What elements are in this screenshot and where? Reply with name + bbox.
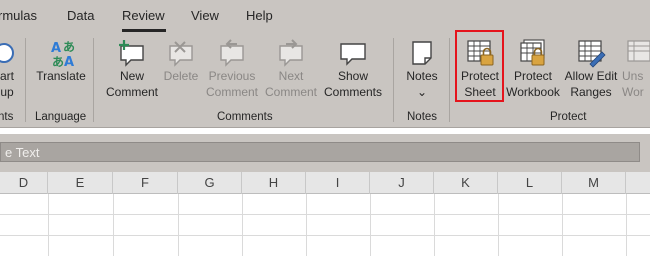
group-separator [93, 38, 94, 122]
column-header-j[interactable]: J [370, 172, 434, 194]
previous-comment-icon [215, 38, 249, 68]
delete-comment-icon [164, 38, 198, 68]
grid-line [48, 194, 49, 256]
show-comments-button[interactable]: Show Comments [322, 38, 384, 100]
name-box[interactable]: e Text [0, 142, 640, 162]
protect-workbook-button[interactable]: Protect Workbook [505, 38, 561, 100]
notes-label: Notes [406, 69, 438, 83]
column-header-f[interactable]: F [113, 172, 178, 194]
grid-line [370, 194, 371, 256]
protect-workbook-label-1: Protect [513, 69, 552, 83]
next-comment-label-2: Comment [264, 85, 317, 99]
next-comment-label-1: Next [278, 69, 304, 83]
grid-line [0, 235, 650, 236]
group-separator [449, 38, 450, 122]
cell-grid[interactable] [0, 194, 650, 256]
allow-edit-ranges-label-2: Ranges [570, 85, 612, 99]
new-comment-label-1: New [119, 69, 144, 83]
column-headers: D E F G H I J K L M [0, 172, 650, 194]
svg-text:あ: あ [52, 55, 64, 68]
grid-line [242, 194, 243, 256]
active-tab-indicator [122, 29, 166, 32]
grid-line [0, 214, 650, 215]
show-comments-icon [336, 38, 370, 68]
svg-text:あ: あ [63, 40, 75, 54]
grid-line [434, 194, 435, 256]
ribbon: art up nts A あ あ A Translate Language Ne… [0, 34, 650, 128]
unshare-workbook-button[interactable]: Uns Wor [622, 38, 650, 100]
formula-row: e Text [0, 134, 650, 166]
new-comment-icon [115, 38, 149, 68]
column-header-i[interactable]: I [306, 172, 370, 194]
partial-left-label-1: art [0, 69, 14, 83]
partial-left-label-2: up [0, 85, 14, 99]
delete-comment-button[interactable]: Delete [161, 38, 201, 84]
show-comments-label-2: Comments [323, 85, 382, 99]
tab-data[interactable]: Data [67, 8, 94, 23]
translate-button[interactable]: A あ あ A Translate [33, 38, 89, 84]
grid-line [498, 194, 499, 256]
group-label-protect: Protect [550, 111, 587, 123]
delete-comment-label: Delete [163, 69, 199, 83]
group-separator [25, 38, 26, 122]
name-box-text: e Text [5, 145, 40, 160]
translate-label: Translate [36, 69, 86, 83]
note-icon [405, 38, 439, 68]
next-comment-button[interactable]: Next Comment [263, 38, 319, 100]
translate-icon: A あ あ A [44, 38, 78, 70]
protect-workbook-icon [516, 38, 550, 68]
chevron-down-icon: ⌄ [416, 85, 428, 99]
column-header-k[interactable]: K [434, 172, 498, 194]
unshare-label-2: Wor [622, 85, 644, 99]
allow-edit-ranges-label-1: Allow Edit [564, 69, 618, 83]
group-label-notes: Notes [407, 111, 438, 123]
previous-comment-button[interactable]: Previous Comment [204, 38, 260, 100]
protect-workbook-label-2: Workbook [506, 85, 560, 99]
grid-line [562, 194, 563, 256]
unshare-workbook-icon [624, 38, 650, 68]
previous-comment-label-1: Previous [208, 69, 256, 83]
next-comment-icon [274, 38, 308, 68]
grid-line [626, 194, 627, 256]
tab-review[interactable]: Review [122, 8, 165, 23]
tab-formulas[interactable]: rmulas [0, 8, 37, 23]
partial-left-button[interactable]: art up [0, 38, 22, 100]
unshare-label-1: Uns [622, 69, 644, 83]
protect-sheet-highlight [455, 30, 504, 102]
excel-window: rmulas Data Review View Help art up nts … [0, 0, 650, 256]
column-header-d[interactable]: D [0, 172, 48, 194]
grid-line [113, 194, 114, 256]
new-comment-button[interactable]: New Comment [104, 38, 160, 100]
grid-line [306, 194, 307, 256]
group-label-partial: nts [0, 111, 14, 123]
allow-edit-ranges-icon [574, 38, 608, 68]
column-header-e[interactable]: E [48, 172, 113, 194]
svg-text:A: A [51, 41, 61, 56]
circle-icon [0, 38, 26, 68]
column-header-g[interactable]: G [178, 172, 242, 194]
tab-view[interactable]: View [191, 8, 219, 23]
allow-edit-ranges-button[interactable]: Allow Edit Ranges [562, 38, 620, 100]
group-label-comments: Comments [217, 111, 273, 123]
show-comments-label-1: Show [337, 69, 369, 83]
group-separator [393, 38, 394, 122]
svg-text:A: A [64, 55, 74, 68]
grid-line [178, 194, 179, 256]
notes-button[interactable]: Notes ⌄ [402, 38, 442, 100]
column-header-h[interactable]: H [242, 172, 306, 194]
column-header-m[interactable]: M [562, 172, 626, 194]
column-header-l[interactable]: L [498, 172, 562, 194]
previous-comment-label-2: Comment [205, 85, 258, 99]
new-comment-label-2: Comment [105, 85, 158, 99]
ribbon-tabs: rmulas Data Review View Help [0, 0, 650, 34]
group-label-language: Language [35, 111, 87, 123]
tab-help[interactable]: Help [246, 8, 273, 23]
